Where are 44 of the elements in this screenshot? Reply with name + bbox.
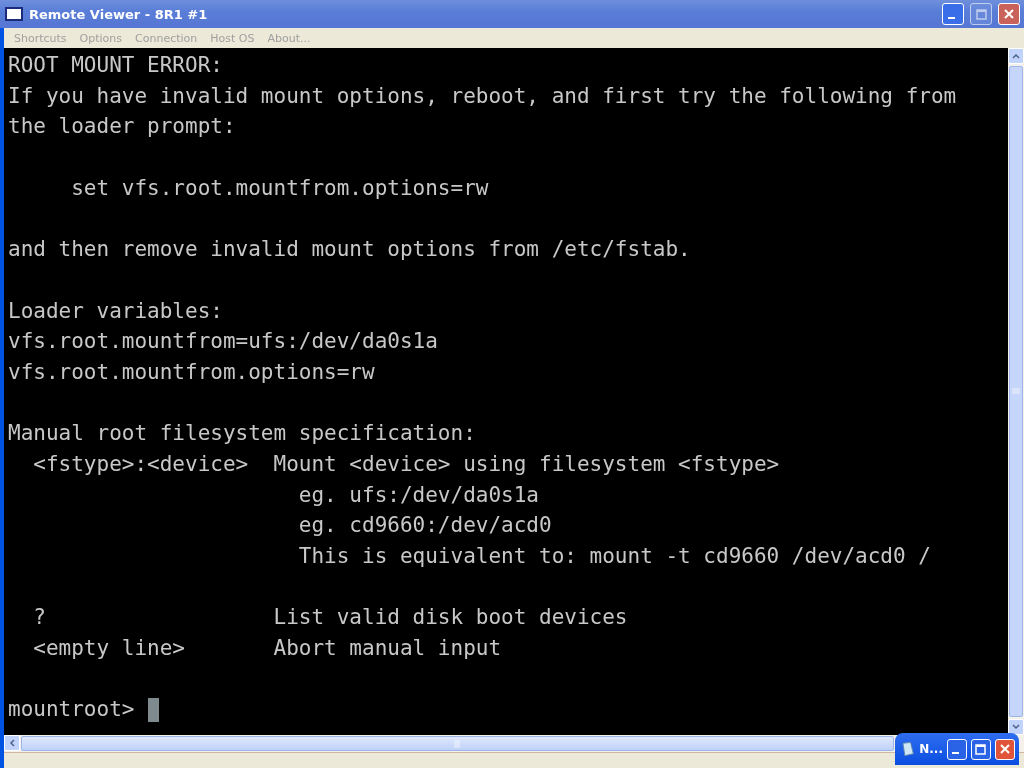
- chevron-left-icon: [9, 739, 15, 747]
- scroll-left-button[interactable]: [4, 735, 20, 751]
- console-line: eg. cd9660:/dev/acd0: [297, 512, 552, 540]
- console-line: If you have invalid mount options, reboot, and first try the following from: [8, 82, 957, 110]
- menu-item[interactable]: About...: [267, 31, 311, 45]
- menu-item[interactable]: Host OS: [210, 31, 255, 45]
- console-prompt: mountroot>: [8, 696, 135, 724]
- console-line: vfs.root.mountfrom=ufs:/dev/da0s1a: [8, 328, 438, 356]
- console-line: set vfs.root.mountfrom.options=rw: [70, 174, 489, 202]
- minimized-window-title: N...: [919, 742, 943, 756]
- console-line: ROOT MOUNT ERROR:: [8, 52, 223, 79]
- console-line: This is equivalent to: mount -t cd9660 /dev/acd0 /: [297, 543, 931, 570]
- menu-item[interactable]: Shortcuts: [14, 31, 67, 45]
- minimize-button[interactable]: [947, 738, 967, 760]
- scroll-up-button[interactable]: [1008, 48, 1024, 64]
- console-line: Manual root filesystem specification:: [8, 420, 476, 448]
- console-line: and then remove invalid mount options from /etc/fstab.: [8, 236, 691, 264]
- close-button[interactable]: [998, 3, 1020, 25]
- grip-icon: [454, 739, 461, 748]
- console-line: vfs.root.mountfrom.options=rw: [8, 358, 375, 386]
- minimized-window[interactable]: N...: [895, 733, 1019, 765]
- console-line: eg. ufs:/dev/da0s1a: [297, 481, 539, 509]
- maximize-icon: [975, 8, 987, 20]
- minimize-icon: [948, 17, 955, 19]
- window-title: Remote Viewer - 8R1 #1: [29, 6, 209, 22]
- close-icon: [999, 743, 1011, 755]
- close-button[interactable]: [995, 738, 1015, 760]
- minimize-button[interactable]: [942, 3, 964, 25]
- console-line: Loader variables:: [8, 297, 223, 325]
- maximize-button[interactable]: [971, 738, 991, 760]
- menu-item[interactable]: Connection: [135, 31, 198, 45]
- scroll-down-button[interactable]: [1008, 719, 1024, 735]
- chevron-up-icon: [1012, 53, 1020, 59]
- app-icon: [5, 7, 23, 21]
- chevron-down-icon: [1012, 724, 1020, 730]
- close-icon: [1003, 8, 1015, 20]
- console-line: the loader prompt:: [8, 113, 236, 141]
- text-cursor: [148, 697, 160, 722]
- menu-item[interactable]: Options: [79, 31, 123, 45]
- document-icon: [902, 741, 916, 757]
- console-line: <fstype>:<device> Mount <device> using filesystem <fstype>: [32, 450, 780, 478]
- console-line: <empty line> Abort manual input: [32, 635, 502, 663]
- maximize-icon: [975, 743, 987, 755]
- console-line: ? List valid disk boot devices: [32, 604, 628, 632]
